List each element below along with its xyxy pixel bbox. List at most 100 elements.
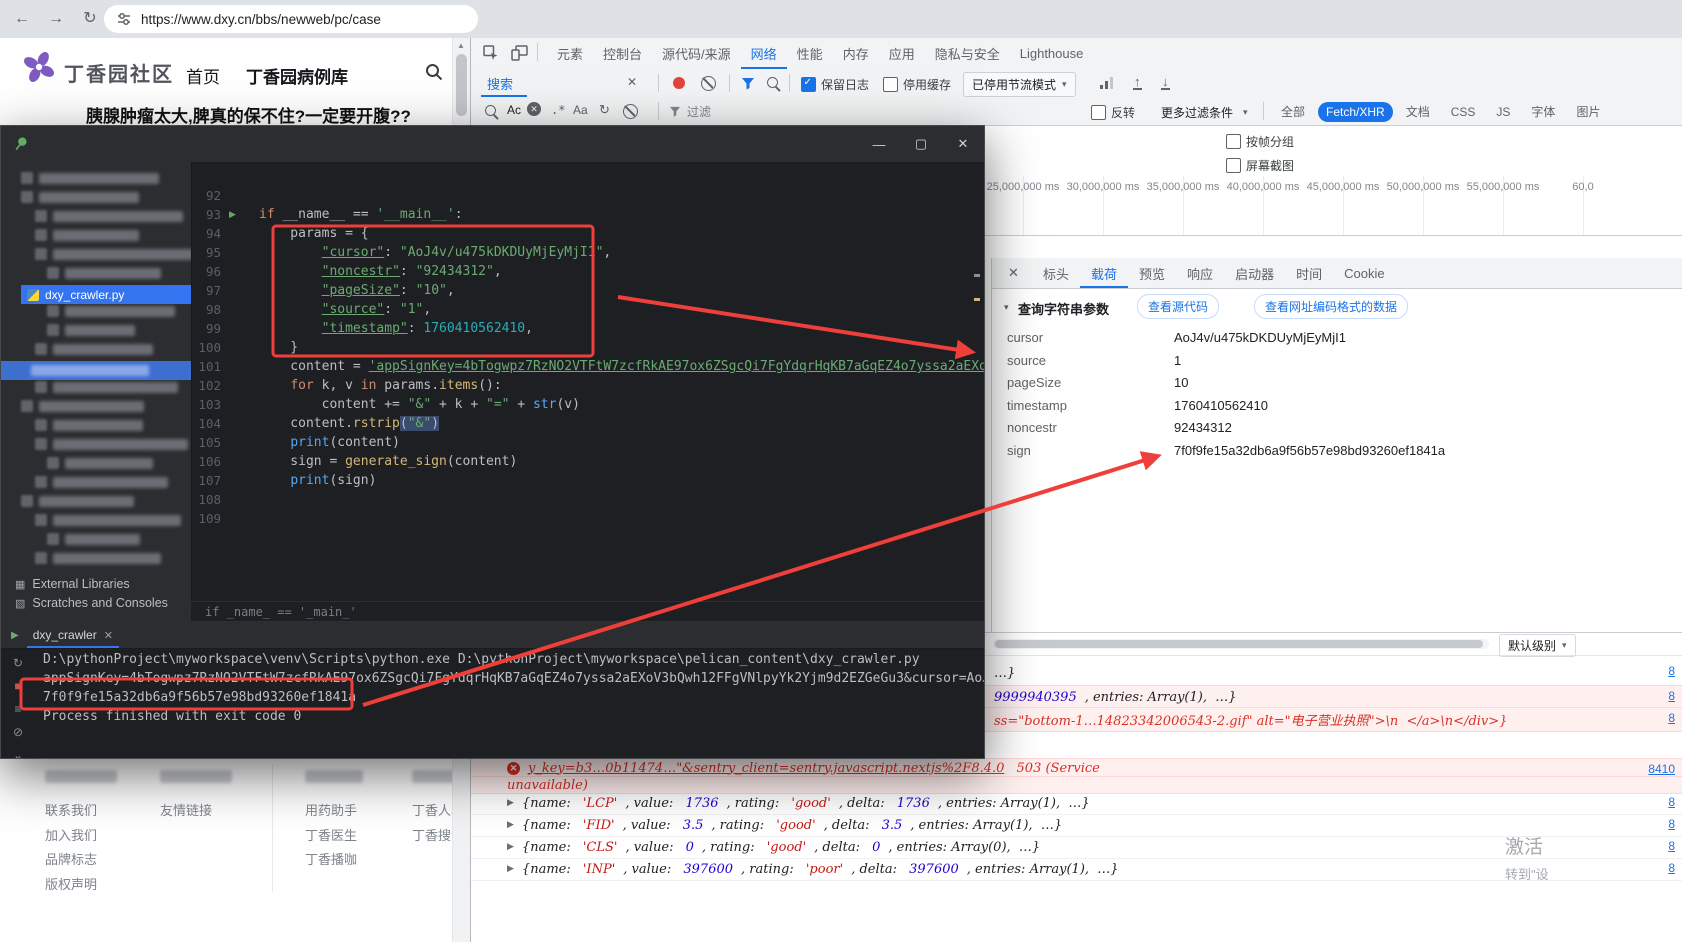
expand-triangle-icon[interactable]: ▶ [507,798,514,808]
regex-toggle[interactable]: .* [551,103,565,117]
tree-item-selected-folder[interactable] [1,361,191,380]
query-params-section-title[interactable]: 查询字符串参数 [1018,299,1109,318]
more-filters-dropdown[interactable]: 更多过滤条件 [1161,104,1233,121]
refresh-search-icon[interactable]: ↻ [599,102,610,118]
filter-pill-字体[interactable]: 字体 [1523,100,1563,123]
devtools-tab-内存[interactable]: 内存 [833,38,879,69]
hscrollbar-thumb[interactable] [995,640,1483,648]
log-level-dropdown[interactable]: 默认级别 ▾ [1499,634,1576,657]
reload-icon[interactable]: ↻ [76,6,104,32]
close-button[interactable]: ✕ [942,126,984,162]
search-drawer-close-icon[interactable]: ✕ [627,75,637,89]
record-network-log-icon[interactable] [673,77,685,89]
filter-pill-CSS[interactable]: CSS [1443,102,1484,122]
screenshots-checkbox[interactable] [1226,158,1241,173]
expand-triangle-icon[interactable]: ▶ [507,864,514,874]
pin-icon[interactable] [10,133,32,155]
footer-link-用药助手[interactable]: 用药助手 [305,800,357,819]
request-tab-标头[interactable]: 标头 [1032,258,1080,288]
source-link[interactable]: 8 [1668,861,1675,875]
filter-pill-文档[interactable]: 文档 [1398,100,1438,123]
case-title[interactable]: 胰腺肿瘤太大,脾真的保不住?一定要开腹?? [86,102,411,127]
devtools-tab-控制台[interactable]: 控制台 [593,38,652,69]
devtools-tab-元素[interactable]: 元素 [547,38,593,69]
source-link[interactable]: 8 [1668,711,1675,725]
rerun-icon[interactable]: ↻ [13,656,23,670]
brand-name[interactable]: 丁香园社区 [64,58,174,87]
import-har-icon[interactable]: ↑ [1133,76,1142,90]
device-toolbar-icon[interactable] [511,45,528,61]
request-tab-Cookie[interactable]: Cookie [1333,258,1395,288]
run-output[interactable]: D:\pythonProject\myworkspace\venv\Script… [43,650,984,759]
close-run-tab-icon[interactable]: ✕ [104,629,113,642]
tree-item-scratches[interactable]: ▧ Scratches and Consoles [15,596,168,610]
group-by-frame-checkbox[interactable] [1226,134,1241,149]
maximize-button[interactable]: ▢ [900,126,942,162]
footer-link-联系我们[interactable]: 联系我们 [45,800,97,819]
code-editor[interactable]: 9293▶if __name__ == '__main__':94 params… [191,162,984,621]
source-link[interactable]: 8 [1668,795,1675,809]
expand-triangle-icon[interactable]: ▶ [507,820,514,830]
site-search-icon[interactable] [424,62,444,82]
source-link[interactable]: 8 [1668,817,1675,831]
request-tab-响应[interactable]: 响应 [1176,258,1224,288]
clear-output-icon[interactable]: ⊘ [13,725,23,739]
close-detail-icon[interactable]: ✕ [1008,265,1019,281]
footer-link-友情链接[interactable]: 友情链接 [160,800,212,819]
section-collapse-icon[interactable]: ▾ [1004,302,1009,313]
request-tab-预览[interactable]: 预览 [1128,258,1176,288]
devtools-tab-性能[interactable]: 性能 [787,38,833,69]
source-link[interactable]: 8 [1668,689,1675,703]
run-tab[interactable]: dxy_crawler ✕ [27,622,119,648]
invert-checkbox[interactable] [1091,105,1106,120]
source-link[interactable]: 8 [1668,664,1675,678]
devtools-tab-源代码/来源[interactable]: 源代码/来源 [652,38,741,69]
footer-link-版权声明[interactable]: 版权声明 [45,874,97,893]
search-network-icon[interactable] [767,77,778,88]
view-urlencoded-button[interactable]: 查看网址编码格式的数据 [1254,294,1408,319]
source-link[interactable]: 8 [1668,839,1675,853]
search-drawer-tab[interactable]: 搜索 [487,74,513,93]
scrollbar-up-icon[interactable]: ▲ [457,41,465,50]
footer-link-丁香医生[interactable]: 丁香医生 [305,825,357,844]
tree-item-external-libraries[interactable]: ▦ External Libraries [15,577,130,591]
filter-input[interactable]: 过滤 [687,103,711,120]
nav-home[interactable]: 首页 [186,63,220,88]
search-query[interactable]: Ac [507,103,521,117]
forward-icon[interactable]: → [42,6,70,32]
disable-cache-checkbox[interactable] [883,77,898,92]
footer-link-加入我们[interactable]: 加入我们 [45,825,97,844]
inspect-element-icon[interactable] [483,45,499,61]
minimize-button[interactable]: — [858,126,900,162]
clear-search-results-icon[interactable] [623,104,638,119]
address-bar[interactable]: https://www.dxy.cn/bbs/newweb/pc/case [104,5,478,33]
preserve-log-checkbox[interactable] [801,77,816,92]
request-tab-启动器[interactable]: 启动器 [1224,258,1285,288]
stop-icon[interactable]: ■ [14,679,21,693]
request-tab-时间[interactable]: 时间 [1285,258,1333,288]
footer-link-丁香播咖[interactable]: 丁香播咖 [305,849,357,868]
filter-pill-JS[interactable]: JS [1488,102,1518,122]
scroll-end-icon[interactable]: ⌄ [13,748,23,759]
back-icon[interactable]: ← [8,6,36,32]
devtools-tab-网络[interactable]: 网络 [741,38,787,69]
devtools-tab-应用[interactable]: 应用 [879,38,925,69]
footer-link-品牌标志[interactable]: 品牌标志 [45,849,97,868]
throttling-dropdown[interactable]: 已停用节流模式 ▾ [963,72,1076,97]
clear-network-log-icon[interactable] [701,76,716,91]
console-hscrollbar[interactable] [993,639,1489,649]
run-options-icon[interactable]: ≡ [14,702,21,716]
ide-titlebar[interactable]: — ▢ ✕ [1,126,984,163]
devtools-tab-隐私与安全[interactable]: 隐私与安全 [925,38,1010,69]
run-line-icon[interactable]: ▶ [229,209,236,220]
scrollbar-thumb[interactable] [456,54,467,116]
filter-pill-图片[interactable]: 图片 [1568,100,1608,123]
tree-item-selected-file[interactable]: dxy_crawler.py [21,285,192,304]
export-har-icon[interactable]: ↓ [1161,76,1170,90]
expand-triangle-icon[interactable]: ▶ [507,842,514,852]
request-tab-载荷[interactable]: 载荷 [1080,258,1128,288]
filter-icon[interactable] [741,77,755,90]
match-case-toggle[interactable]: Aa [573,103,588,117]
site-settings-icon[interactable] [116,11,132,27]
filter-pill-Fetch/XHR[interactable]: Fetch/XHR [1318,102,1393,122]
